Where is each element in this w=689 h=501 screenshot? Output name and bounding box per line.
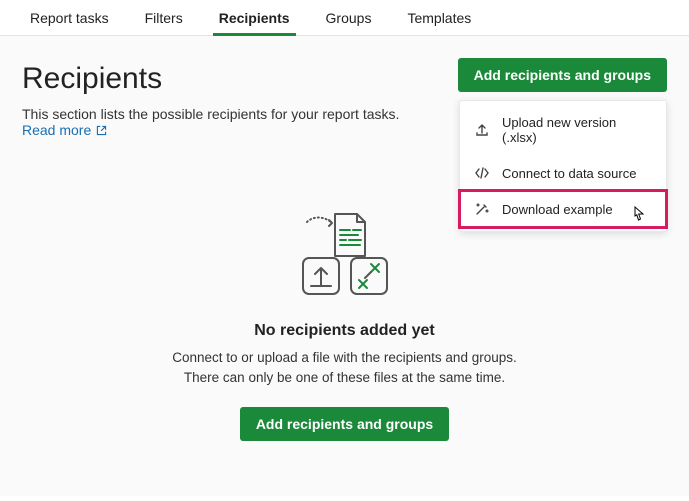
empty-heading: No recipients added yet	[155, 322, 535, 340]
menu-item-label: Upload new version (.xlsx)	[502, 115, 652, 145]
read-more-link[interactable]: Read more	[22, 122, 108, 138]
add-recipients-button[interactable]: Add recipients and groups	[458, 58, 667, 92]
tab-filters[interactable]: Filters	[127, 0, 201, 35]
add-recipients-menu: Upload new version (.xlsx) Connect to da…	[459, 100, 667, 232]
tab-label: Report tasks	[30, 10, 109, 26]
empty-body: Connect to or upload a file with the rec…	[155, 348, 535, 387]
wand-icon	[474, 201, 490, 217]
cursor-pointer-icon	[630, 205, 648, 228]
top-tabs: Report tasks Filters Recipients Groups T…	[0, 0, 689, 36]
subtitle-text: This section lists the possible recipien…	[22, 106, 399, 122]
empty-add-button[interactable]: Add recipients and groups	[240, 407, 449, 441]
upload-icon	[474, 122, 490, 138]
read-more-label: Read more	[22, 122, 91, 138]
tab-label: Filters	[145, 10, 183, 26]
tab-label: Groups	[326, 10, 372, 26]
empty-state: No recipients added yet Connect to or up…	[155, 208, 535, 441]
page-subtitle: This section lists the possible recipien…	[22, 106, 458, 138]
menu-item-label: Download example	[502, 202, 613, 217]
page-title: Recipients	[22, 62, 458, 96]
button-label: Add recipients and groups	[256, 416, 433, 432]
menu-item-label: Connect to data source	[502, 166, 636, 181]
tab-label: Templates	[407, 10, 471, 26]
tab-report-tasks[interactable]: Report tasks	[12, 0, 127, 35]
menu-item-upload[interactable]: Upload new version (.xlsx)	[460, 105, 666, 155]
external-link-icon	[95, 124, 108, 137]
tab-groups[interactable]: Groups	[308, 0, 390, 35]
page-body: Recipients This section lists the possib…	[0, 36, 689, 496]
tab-label: Recipients	[219, 10, 290, 26]
tab-recipients[interactable]: Recipients	[201, 0, 308, 35]
tab-templates[interactable]: Templates	[389, 0, 489, 35]
button-label: Add recipients and groups	[474, 67, 651, 83]
menu-item-download-example[interactable]: Download example	[460, 191, 666, 227]
code-icon	[474, 165, 490, 181]
menu-item-connect[interactable]: Connect to data source	[460, 155, 666, 191]
primary-action-wrap: Add recipients and groups Upload new ver…	[458, 58, 667, 92]
